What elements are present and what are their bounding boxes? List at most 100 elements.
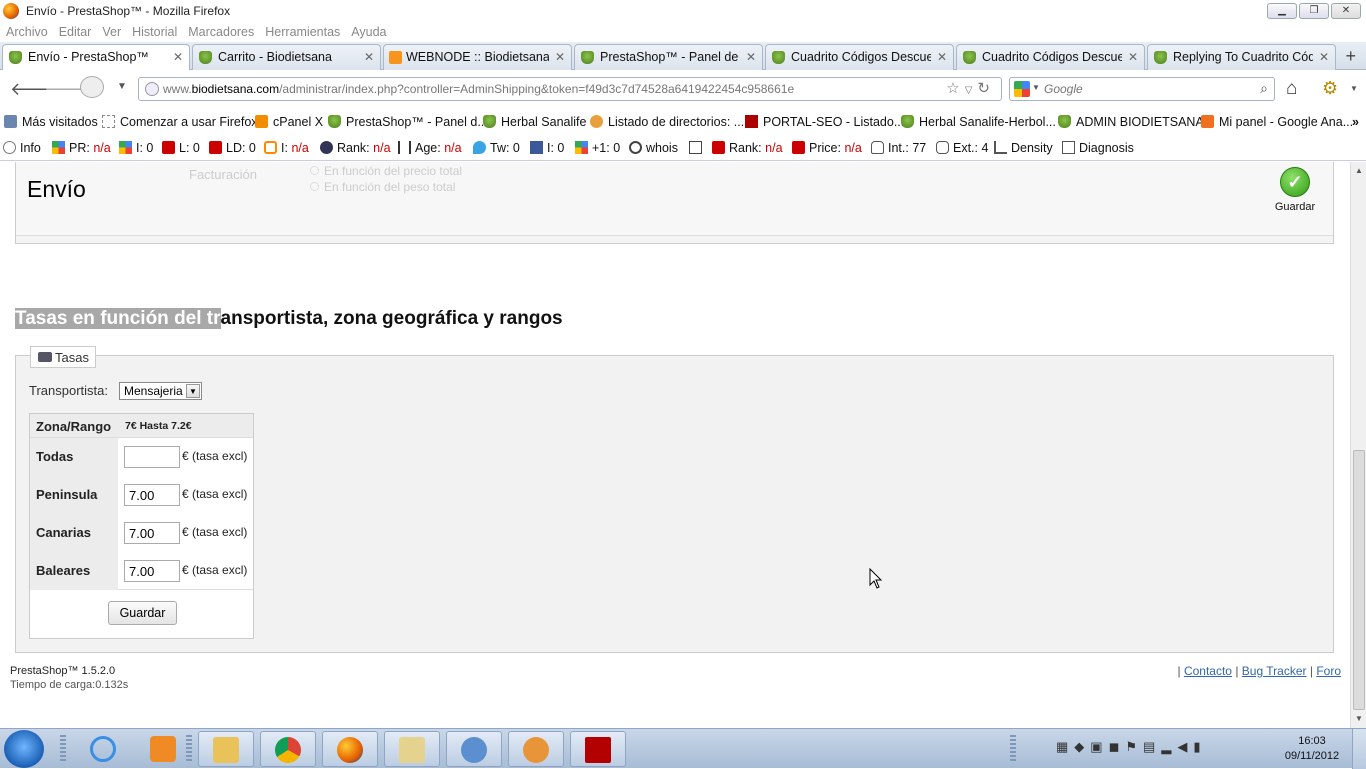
tab-cuadrito-1[interactable]: Cuadrito Códigos Descue... ✕ [765,44,954,70]
site-identity-icon[interactable] [145,82,159,96]
bookmark-portal-seo[interactable]: PORTAL-SEO - Listado... [745,115,904,129]
taskbar-filezilla[interactable] [570,731,626,767]
menu-marcadores[interactable]: Marcadores [188,22,254,42]
menu-ayuda[interactable]: Ayuda [351,22,386,42]
menu-archivo[interactable]: Archivo [6,22,48,42]
seo-linkdomain[interactable]: LD: 0 [209,141,256,155]
link-bug-tracker[interactable]: Bug Tracker [1242,664,1307,678]
tray-volume-icon[interactable]: ◀ [1177,739,1193,754]
menu-herramientas[interactable]: Herramientas [265,22,340,42]
taskbar-explorer[interactable] [198,731,254,767]
home-icon[interactable]: ⌂ [1286,78,1297,100]
tab-envio[interactable]: Envío - PrestaShop™ ✕ [2,44,190,71]
seo-plusone[interactable]: +1: 0 [575,141,620,155]
scroll-up-icon[interactable]: ▲ [1355,166,1363,175]
seo-facebook[interactable]: I: 0 [530,141,564,155]
close-tab-icon[interactable]: ✕ [364,50,374,64]
scroll-down-icon[interactable]: ▼ [1355,714,1363,723]
tray-power-icon[interactable]: ▮ [1193,739,1206,754]
seo-info[interactable]: Info [3,141,41,155]
bookmark-prestashop[interactable]: PrestaShop™ - Panel d... [328,115,488,129]
close-tab-icon[interactable]: ✕ [173,50,183,64]
seo-pagerank[interactable]: PR: n/a [52,141,111,155]
tray-display-icon[interactable]: ▣ [1090,739,1108,754]
bookmark-herbal[interactable]: Herbal Sanalife [483,115,586,129]
search-input[interactable]: Google [1044,82,1083,96]
bookmark-mas-visitados[interactable]: Más visitados [4,115,98,129]
bookmark-google-analytics[interactable]: Mi panel - Google Ana... [1201,115,1353,129]
url-dropdown-icon[interactable]: ▽ [965,85,978,96]
close-tab-icon[interactable]: ✕ [746,50,756,64]
tab-cuadrito-2[interactable]: Cuadrito Códigos Descue... ✕ [956,44,1145,70]
seo-bing-index[interactable]: I: n/a [264,141,309,155]
fee-input-baleares[interactable]: 7.00 [124,560,180,582]
tray-device-icon[interactable]: ▤ [1143,739,1161,754]
bookmarks-overflow-icon[interactable]: » [1352,115,1359,129]
seo-twitter[interactable]: Tw: 0 [473,141,520,155]
tab-panel[interactable]: PrestaShop™ - Panel de a... ✕ [574,44,763,70]
menu-ver[interactable]: Ver [102,22,121,42]
seo-whois[interactable]: whois [629,141,678,155]
fee-input-peninsula[interactable]: 7.00 [124,484,180,506]
google-engine-icon[interactable] [1014,81,1030,97]
seo-rank2[interactable]: Rank: n/a [712,141,783,155]
taskbar-chrome[interactable] [260,731,316,767]
show-desktop-button[interactable] [1352,729,1366,769]
bookmark-directorios[interactable]: Listado de directorios: ... [590,115,744,129]
close-tab-icon[interactable]: ✕ [1319,50,1329,64]
bookmark-cpanel[interactable]: cPanel X [255,115,323,129]
url-bar-tools[interactable]: ☆▽↻ [946,79,995,97]
new-tab-icon[interactable]: + [1345,46,1356,67]
bookmark-comenzar[interactable]: Comenzar a usar Firefox [102,115,258,129]
taskbar-messenger[interactable] [508,731,564,767]
menu-historial[interactable]: Historial [132,22,177,42]
tab-carrito[interactable]: Carrito - Biodietsana ✕ [192,44,381,70]
close-tab-icon[interactable]: ✕ [937,50,947,64]
taskbar-ie[interactable] [76,731,132,767]
chevron-down-icon[interactable]: ▼ [186,384,200,398]
history-dropdown-icon[interactable]: ▼ [117,81,127,92]
tab-webnode[interactable]: WEBNODE :: Biodietsana ✕ [383,44,572,70]
seo-diagnosis[interactable]: Diagnosis [1062,141,1134,155]
fee-input-todas[interactable] [124,446,180,468]
seo-source[interactable] [689,141,706,155]
close-window-button[interactable]: ✕ [1331,3,1361,19]
addon-gear-icon[interactable]: ⚙ [1322,78,1338,99]
tray-app-icon[interactable]: ◆ [1074,739,1090,754]
seo-age[interactable]: Age: n/a [398,141,462,155]
link-contacto[interactable]: Contacto [1184,664,1232,678]
taskbar-folder[interactable] [384,731,440,767]
tab-replying[interactable]: Replying To Cuadrito Cód... ✕ [1147,44,1336,70]
tray-network-icon[interactable]: ▦ [1056,739,1074,754]
tray-windows-icon[interactable]: ◼ [1109,739,1126,754]
search-icon[interactable]: ⌕ [1260,80,1268,97]
seo-alexa-rank[interactable]: Rank: n/a [320,141,391,155]
reload-icon[interactable]: ↻ [977,80,995,97]
seo-links[interactable]: L: 0 [162,141,200,155]
link-foro[interactable]: Foro [1316,664,1341,678]
seo-internal-links[interactable]: Int.: 77 [871,141,926,155]
taskbar-media[interactable] [136,731,192,767]
close-tab-icon[interactable]: ✕ [1128,50,1138,64]
bookmark-herbol[interactable]: Herbal Sanalife-Herbol... [901,115,1056,129]
fee-input-canarias[interactable]: 7.00 [124,522,180,544]
tray-flag-icon[interactable]: ⚑ [1125,739,1143,754]
tray-signal-icon[interactable]: ▂ [1161,739,1177,754]
seo-price[interactable]: Price: n/a [792,141,862,155]
taskbar-users[interactable] [446,731,502,767]
maximize-button[interactable]: ❐ [1299,3,1329,19]
save-button[interactable]: Guardar [108,601,177,625]
bookmark-admin[interactable]: ADMIN BIODIETSANA [1058,115,1204,129]
start-button[interactable] [4,730,44,768]
save-toolbar-button[interactable]: ✓ Guardar [1273,167,1317,213]
close-tab-icon[interactable]: ✕ [555,50,565,64]
taskbar-firefox[interactable] [322,731,378,767]
system-tray[interactable]: ▦◆▣◼⚑▤▂◀▮ [1056,739,1207,755]
menu-editar[interactable]: Editar [59,22,92,42]
url-text[interactable]: www.biodietsana.com/administrar/index.ph… [163,82,794,96]
engine-dropdown-icon[interactable]: ▼ [1032,83,1040,92]
seo-external-links[interactable]: Ext.: 4 [936,141,988,155]
scrollbar-thumb[interactable] [1353,450,1365,710]
url-bar[interactable]: www.biodietsana.com/administrar/index.ph… [138,77,1002,101]
carrier-select[interactable]: Mensajeria ▼ [119,382,202,400]
